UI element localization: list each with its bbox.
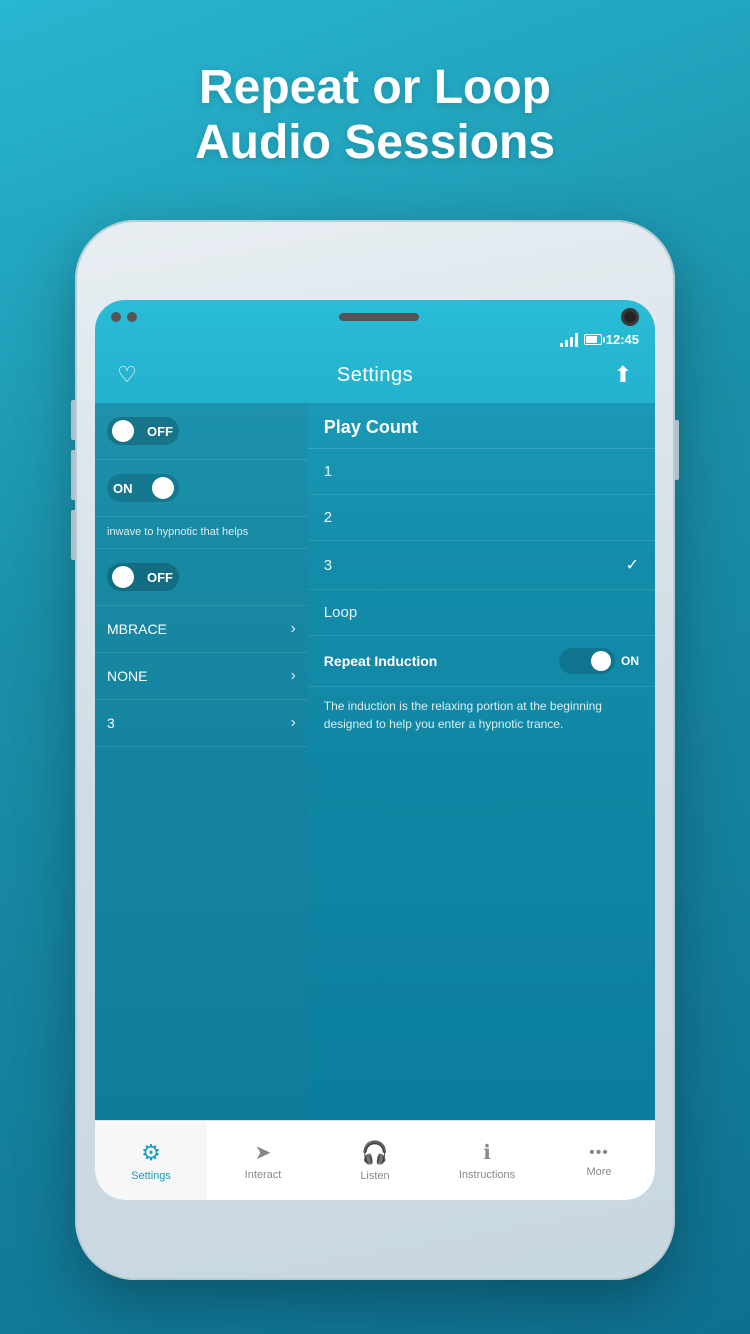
tab-listen[interactable]: 🎧 Listen (319, 1121, 431, 1200)
phone-frame: 12:45 ♡ Settings ⬆ OFF (75, 220, 675, 1280)
toggle-3-knob (112, 566, 134, 588)
app-header: ♡ Settings ⬆ (95, 351, 655, 403)
listen-label: Listen (360, 1170, 389, 1182)
toggle-row-1[interactable]: OFF (95, 403, 308, 460)
page-title: Repeat or Loop Audio Sessions (0, 0, 750, 170)
right-panel: Play Count 1 2 3 ✓ (308, 403, 655, 1163)
toggle-row-3[interactable]: OFF (95, 549, 308, 606)
signal-indicator (560, 333, 578, 347)
interact-icon: ➤ (255, 1140, 272, 1165)
toggle-2-on-label: ON (113, 481, 133, 496)
settings-icon: ⚙ (141, 1140, 161, 1166)
toggle-row-2[interactable]: ON (95, 460, 308, 517)
toggle-1-off-label: OFF (147, 424, 173, 439)
induction-description: The induction is the relaxing portion at… (308, 687, 655, 743)
repeat-induction-toggle[interactable]: ON (559, 648, 639, 674)
heart-button[interactable]: ♡ (111, 359, 143, 391)
toggle-1[interactable]: OFF (107, 417, 179, 445)
play-count-value-3: 3 (324, 557, 332, 574)
tab-more[interactable]: ••• More (543, 1121, 655, 1200)
option-row-mbrace[interactable]: MBRACE › (95, 606, 308, 653)
play-count-item-1[interactable]: 1 (308, 449, 655, 495)
play-count-value-2: 2 (324, 509, 332, 526)
volume-down-button (71, 450, 75, 500)
play-count-item-3[interactable]: 3 ✓ (308, 541, 655, 590)
power-button (675, 420, 679, 480)
option-mbrace-chevron: › (290, 620, 295, 638)
repeat-induction-row[interactable]: Repeat Induction ON (308, 636, 655, 687)
toggle-2-knob (152, 477, 174, 499)
play-count-value-1: 1 (324, 463, 332, 480)
play-count-value-loop: Loop (324, 604, 357, 621)
tab-bar: ⚙ Settings ➤ Interact 🎧 Listen ℹ Instruc… (95, 1120, 655, 1200)
option-mbrace-label: MBRACE (107, 621, 167, 637)
repeat-induction-knob (591, 651, 611, 671)
settings-label: Settings (131, 1170, 171, 1182)
option-3-chevron: › (290, 714, 295, 732)
play-count-title: Play Count (324, 417, 418, 437)
play-count-checkmark-3: ✓ (626, 555, 639, 575)
camera-dot-2 (127, 312, 137, 322)
front-cameras (111, 312, 137, 322)
page-background: Repeat or Loop Audio Sessions (0, 0, 750, 1334)
toggle-3[interactable]: OFF (107, 563, 179, 591)
play-count-header: Play Count (308, 403, 655, 449)
play-count-item-loop[interactable]: Loop (308, 590, 655, 636)
toggle-3-off-label: OFF (147, 570, 173, 585)
repeat-induction-toggle-label: ON (621, 654, 639, 668)
listen-icon: 🎧 (361, 1140, 388, 1166)
toggle-2[interactable]: ON (107, 474, 179, 502)
status-bar: 12:45 (95, 330, 655, 351)
silent-button (71, 510, 75, 560)
main-camera (621, 308, 639, 326)
interact-label: Interact (245, 1169, 282, 1181)
option-row-3[interactable]: 3 › (95, 700, 308, 747)
play-count-item-2[interactable]: 2 (308, 495, 655, 541)
tab-instructions[interactable]: ℹ Instructions (431, 1121, 543, 1200)
more-label: More (586, 1166, 611, 1178)
share-button[interactable]: ⬆ (607, 359, 639, 391)
tab-settings[interactable]: ⚙ Settings (95, 1121, 207, 1200)
battery-indicator (584, 334, 602, 345)
header-title: Settings (337, 364, 413, 387)
toggle-1-knob (112, 420, 134, 442)
speaker-grille (339, 313, 419, 321)
volume-up-button (71, 400, 75, 440)
more-icon: ••• (589, 1144, 609, 1162)
left-panel: OFF ON inwave to hypnotic that helps (95, 403, 308, 1163)
repeat-induction-switch[interactable] (559, 648, 615, 674)
phone-screen: 12:45 ♡ Settings ⬆ OFF (95, 300, 655, 1200)
instructions-icon: ℹ (483, 1140, 491, 1165)
status-time: 12:45 (606, 332, 639, 347)
option-none-label: NONE (107, 668, 147, 684)
tab-interact[interactable]: ➤ Interact (207, 1121, 319, 1200)
camera-dot-1 (111, 312, 121, 322)
option-none-chevron: › (290, 667, 295, 685)
repeat-induction-label: Repeat Induction (324, 653, 438, 669)
phone-top-hardware (95, 300, 655, 330)
option-row-none[interactable]: NONE › (95, 653, 308, 700)
left-description: inwave to hypnotic that helps (95, 517, 308, 549)
content-area: OFF ON inwave to hypnotic that helps (95, 403, 655, 1163)
instructions-label: Instructions (459, 1169, 515, 1181)
option-3-label: 3 (107, 715, 115, 731)
